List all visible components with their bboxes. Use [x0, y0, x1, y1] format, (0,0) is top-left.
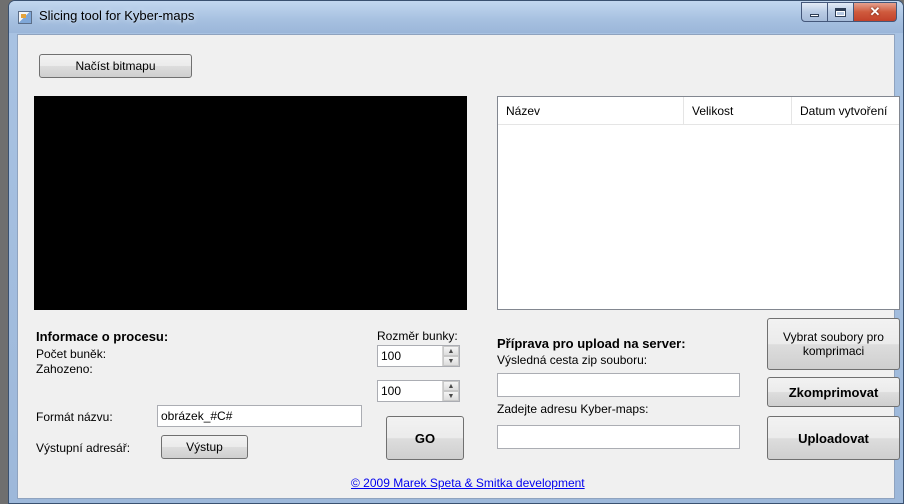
- cell-size-label: Rozměr bunky:: [377, 329, 458, 343]
- upload-button[interactable]: Uploadovat: [767, 416, 900, 460]
- name-format-input[interactable]: obrázek_#C#: [157, 405, 362, 427]
- load-bitmap-button[interactable]: Načíst bitmapu: [39, 54, 192, 78]
- minimize-button[interactable]: [801, 2, 828, 22]
- upload-heading: Příprava pro upload na server:: [497, 336, 686, 351]
- cell-width-spinner: ▲ ▼: [442, 346, 459, 366]
- spin-down-icon[interactable]: ▼: [443, 356, 459, 366]
- compress-button[interactable]: Zkomprimovat: [767, 377, 900, 407]
- window-title: Slicing tool for Kyber-maps: [39, 8, 195, 23]
- close-icon: ✕: [869, 4, 881, 19]
- column-header-size[interactable]: Velikost: [684, 97, 792, 125]
- app-icon[interactable]: [18, 11, 32, 24]
- kyber-address-label: Zadejte adresu Kyber-maps:: [497, 402, 649, 416]
- discarded-label: Zahozeno:: [36, 362, 93, 376]
- go-button[interactable]: GO: [386, 416, 464, 460]
- minimize-icon: [810, 13, 819, 17]
- select-files-button[interactable]: Vybrat soubory pro komprimaci: [767, 318, 900, 370]
- app-window: Slicing tool for Kyber-maps ✕ Načíst bit…: [8, 0, 904, 504]
- spin-up-icon[interactable]: ▲: [443, 381, 459, 391]
- column-header-name[interactable]: Název: [498, 97, 684, 125]
- caption-buttons: ✕: [801, 2, 897, 22]
- cell-height-value[interactable]: 100: [381, 384, 401, 398]
- output-dir-button[interactable]: Výstup: [161, 435, 248, 459]
- zip-path-input[interactable]: [497, 373, 740, 397]
- column-header-date[interactable]: Datum vytvoření: [792, 97, 901, 125]
- name-format-label: Formát názvu:: [36, 410, 113, 424]
- maximize-button[interactable]: [828, 2, 854, 22]
- title-bar[interactable]: Slicing tool for Kyber-maps ✕: [9, 1, 903, 33]
- cell-width-value[interactable]: 100: [381, 349, 401, 363]
- kyber-address-input[interactable]: [497, 425, 740, 449]
- cell-count-label: Počet buněk:: [36, 347, 107, 361]
- spin-down-icon[interactable]: ▼: [443, 391, 459, 401]
- cell-height-spinner: ▲ ▼: [442, 381, 459, 401]
- copyright-link[interactable]: © 2009 Marek Speta & Smitka development: [351, 476, 585, 490]
- bitmap-preview: [34, 96, 467, 310]
- main-form: Načíst bitmapu Název Velikost Datum vytv…: [17, 34, 900, 499]
- close-button[interactable]: ✕: [854, 2, 897, 22]
- output-dir-label: Výstupní adresář:: [36, 441, 131, 455]
- spin-up-icon[interactable]: ▲: [443, 346, 459, 356]
- cell-width-stepper[interactable]: 100 ▲ ▼: [377, 345, 460, 367]
- process-info-heading: Informace o procesu:: [36, 329, 169, 344]
- zip-path-label: Výsledná cesta zip souboru:: [497, 353, 648, 367]
- cell-height-stepper[interactable]: 100 ▲ ▼: [377, 380, 460, 402]
- file-list[interactable]: Název Velikost Datum vytvoření: [497, 96, 900, 310]
- maximize-icon: [835, 7, 846, 17]
- file-list-header: Název Velikost Datum vytvoření: [498, 97, 899, 125]
